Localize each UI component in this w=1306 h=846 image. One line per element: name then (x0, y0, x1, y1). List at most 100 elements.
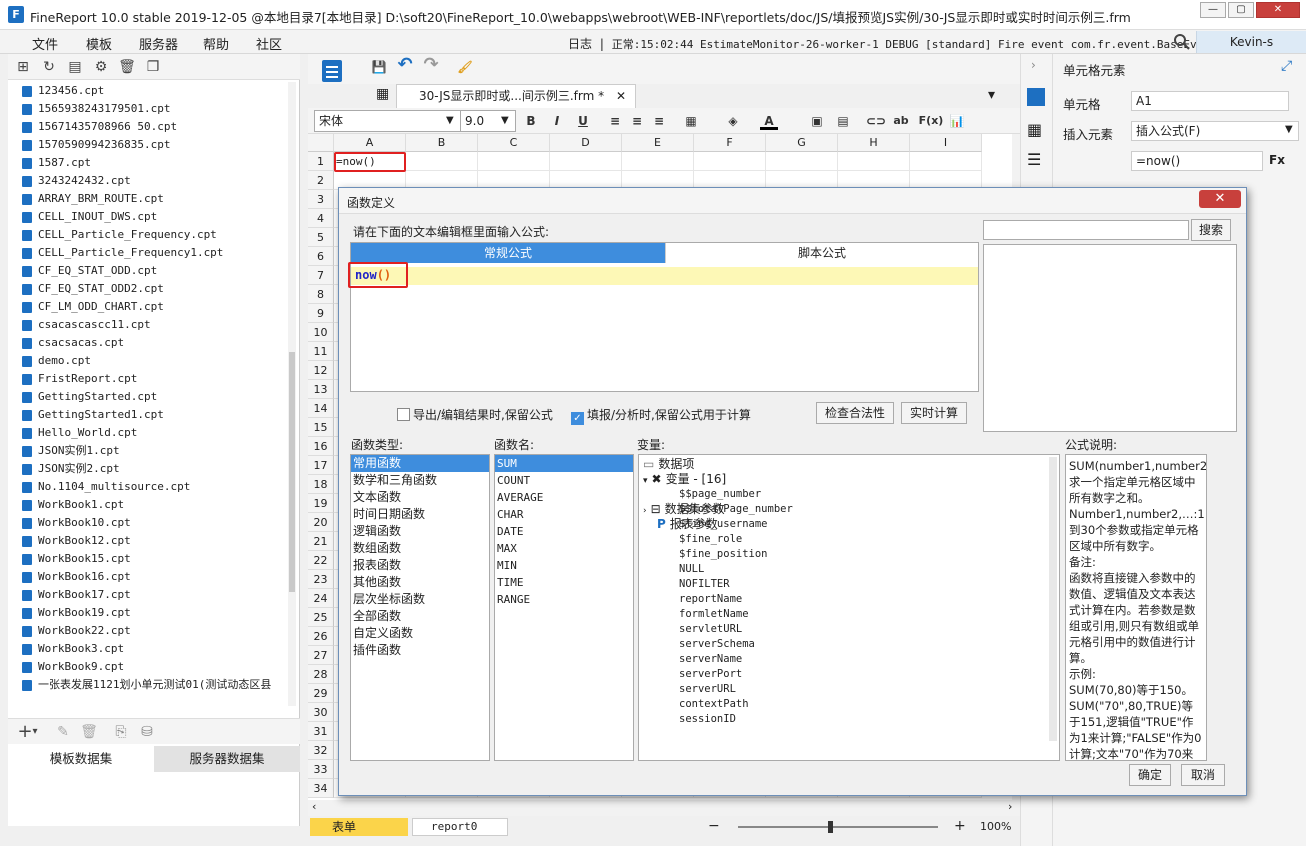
column-header[interactable]: H (838, 134, 910, 152)
tree-item-variables[interactable]: ▾ ✖ 变量 - [16] (643, 472, 1043, 487)
tree-item[interactable]: $fine_position (679, 547, 1043, 562)
list-item[interactable]: 1570590994236835.cpt (18, 136, 288, 154)
grid-cell[interactable] (910, 152, 982, 171)
save-icon[interactable]: 💾 (370, 58, 388, 76)
tree-item-dataitem[interactable]: ▭ 数据项 (643, 457, 1043, 472)
tree-item[interactable]: serverURL (679, 682, 1043, 697)
list-item[interactable]: CF_EQ_STAT_ODD.cpt (18, 262, 288, 280)
list-item[interactable]: ARRAY_BRM_ROUTE.cpt (18, 190, 288, 208)
row-header[interactable]: 19 (308, 494, 334, 513)
maximize-button[interactable]: ▢ (1228, 2, 1254, 18)
grid-cell[interactable] (694, 152, 766, 171)
list-item[interactable]: 插件函数 (351, 642, 489, 659)
copy-icon[interactable]: ❐ (144, 58, 162, 76)
row-header[interactable]: 5 (308, 228, 334, 247)
zoom-out-button[interactable]: − (708, 818, 720, 834)
row-header[interactable]: 13 (308, 380, 334, 399)
merge-cells-icon[interactable]: ▣ (808, 112, 826, 130)
formula-editor-button[interactable]: Fx (1269, 153, 1285, 167)
list-item[interactable]: 数学和三角函数 (351, 472, 489, 489)
column-header[interactable]: D (550, 134, 622, 152)
list-item[interactable]: WorkBook16.cpt (18, 568, 288, 586)
column-header[interactable]: C (478, 134, 550, 152)
row-header[interactable]: 21 (308, 532, 334, 551)
list-item[interactable]: csacsacas.cpt (18, 334, 288, 352)
list-item[interactable]: 文本函数 (351, 489, 489, 506)
file-list-scrollbar[interactable] (288, 82, 296, 706)
delete-dataset-icon[interactable]: 🗑 (80, 723, 98, 741)
zoom-in-button[interactable]: + (954, 818, 966, 834)
tree-item[interactable]: reportName (679, 592, 1043, 607)
list-item[interactable]: No.1104_multisource.cpt (18, 478, 288, 496)
list-item[interactable]: WorkBook9.cpt (18, 658, 288, 676)
list-item[interactable]: CELL_Particle_Frequency1.cpt (18, 244, 288, 262)
tab-normal-formula[interactable]: 常规公式 (351, 243, 665, 263)
menu-help[interactable]: 帮助 (203, 34, 229, 53)
list-item[interactable]: 常用函数 (351, 455, 489, 472)
function-search-results[interactable] (983, 244, 1237, 432)
zoom-slider-handle[interactable] (828, 821, 833, 833)
tree-item[interactable]: servletURL (679, 622, 1043, 637)
list-item[interactable]: CELL_Particle_Frequency.cpt (18, 226, 288, 244)
tree-item[interactable]: serverSchema (679, 637, 1043, 652)
preview-icon[interactable]: ⎘ (112, 723, 130, 741)
cancel-button[interactable]: 取消 (1181, 764, 1225, 786)
list-item[interactable]: 时间日期函数 (351, 506, 489, 523)
row-header[interactable]: 28 (308, 665, 334, 684)
list-item[interactable]: 报表函数 (351, 557, 489, 574)
format-painter-icon[interactable]: 🖌 (456, 58, 474, 76)
list-item[interactable]: 层次坐标函数 (351, 591, 489, 608)
close-tab-icon[interactable]: ✕ (616, 89, 626, 103)
chevron-down-icon[interactable]: ▼ (1285, 124, 1293, 135)
settings-icon[interactable]: ⚙ (92, 58, 110, 76)
tab-current-template[interactable]: 30-JS显示即时或...间示例三.frm * ✕ (396, 84, 636, 108)
hyperlink-icon[interactable]: ⊂⊃ (866, 112, 886, 130)
tab-template-dataset[interactable]: 模板数据集 (8, 746, 154, 772)
list-item[interactable]: WorkBook15.cpt (18, 550, 288, 568)
list-item[interactable]: CELL_INOUT_DWS.cpt (18, 208, 288, 226)
chevron-down-icon[interactable]: ▾ (30, 723, 40, 741)
border-icon[interactable]: ▦ (682, 112, 700, 130)
tab-script-formula[interactable]: 脚本公式 (665, 243, 978, 263)
row-header[interactable]: 9 (308, 304, 334, 323)
list-item[interactable]: WorkBook12.cpt (18, 532, 288, 550)
list-item[interactable]: GettingStarted.cpt (18, 388, 288, 406)
insert-element-select[interactable]: 插入公式(F) (1131, 121, 1299, 141)
widget-icon[interactable]: ☰ (1027, 150, 1041, 169)
dialog-close-button[interactable]: ✕ (1199, 190, 1241, 208)
formula-icon[interactable]: F(x) (918, 112, 944, 130)
tree-item[interactable]: contextPath (679, 697, 1043, 712)
sheet-tab-report0[interactable]: report0 (412, 818, 508, 836)
connection-icon[interactable]: ⛁ (138, 723, 156, 741)
list-item[interactable]: MIN (495, 557, 633, 574)
list-item[interactable]: 逻辑函数 (351, 523, 489, 540)
list-item[interactable]: CF_LM_ODD_CHART.cpt (18, 298, 288, 316)
redo-icon[interactable]: ↷ (422, 56, 440, 74)
list-item[interactable]: csacascascc11.cpt (18, 316, 288, 334)
list-item[interactable]: 1565938243179501.cpt (18, 100, 288, 118)
row-header[interactable]: 27 (308, 646, 334, 665)
list-item[interactable]: WorkBook17.cpt (18, 586, 288, 604)
search-button[interactable]: 搜索 (1191, 219, 1231, 241)
list-item[interactable]: demo.cpt (18, 352, 288, 370)
search-icon[interactable] (1173, 33, 1191, 51)
cell-a1-highlight[interactable]: =now() (334, 152, 406, 172)
row-header[interactable]: 4 (308, 209, 334, 228)
user-name[interactable]: Kevin-s (1196, 31, 1306, 53)
row-header[interactable]: 11 (308, 342, 334, 361)
check-validity-button[interactable]: 检查合法性 (816, 402, 894, 424)
row-header[interactable]: 16 (308, 437, 334, 456)
grid-cell[interactable] (766, 152, 838, 171)
list-item[interactable]: 数组函数 (351, 540, 489, 557)
list-item[interactable]: WorkBook10.cpt (18, 514, 288, 532)
category-list[interactable]: 常用函数 数学和三角函数 文本函数 时间日期函数 逻辑函数 数组函数 报表函数 其他函数 层次坐… (350, 454, 490, 761)
collapse-icon[interactable]: › (1031, 58, 1036, 72)
row-header[interactable]: 3 (308, 190, 334, 209)
list-item[interactable]: 自定义函数 (351, 625, 489, 642)
column-header[interactable]: A (334, 134, 406, 152)
list-item[interactable]: 全部函数 (351, 608, 489, 625)
grid-cell[interactable] (838, 152, 910, 171)
row-header[interactable]: 20 (308, 513, 334, 532)
list-item[interactable]: MAX (495, 540, 633, 557)
list-item[interactable]: GettingStarted1.cpt (18, 406, 288, 424)
